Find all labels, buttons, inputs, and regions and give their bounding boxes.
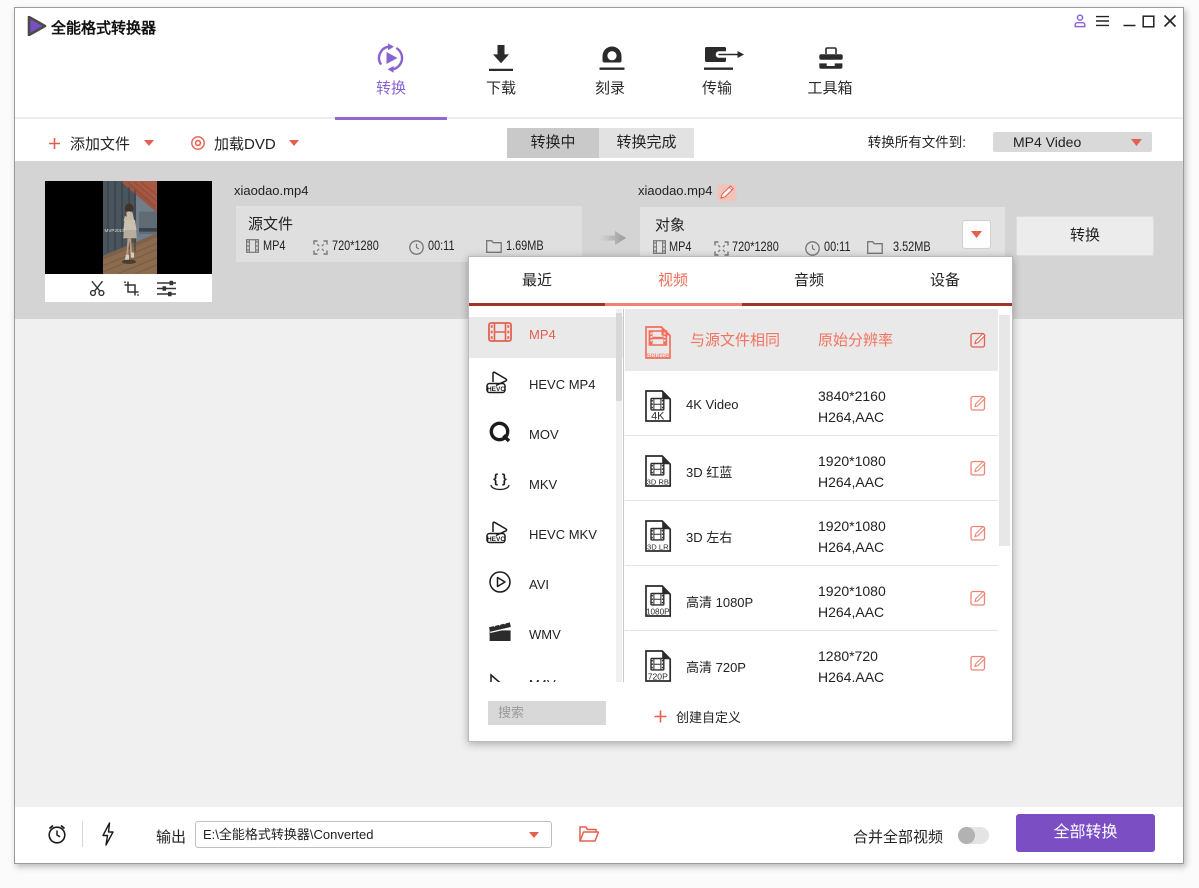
svg-text:{ }: { } xyxy=(493,471,507,486)
svg-text:MVP2019: MVP2019 xyxy=(105,228,126,233)
svg-text:source: source xyxy=(647,351,670,360)
svg-text:HEVC: HEVC xyxy=(487,535,505,542)
svg-text:3D RB: 3D RB xyxy=(647,478,669,487)
svg-text:720P: 720P xyxy=(648,672,668,682)
svg-text:HEVC: HEVC xyxy=(487,385,505,392)
svg-text:4K: 4K xyxy=(651,411,665,423)
svg-text:3D LR: 3D LR xyxy=(647,543,669,552)
svg-text:1080P: 1080P xyxy=(646,608,670,617)
